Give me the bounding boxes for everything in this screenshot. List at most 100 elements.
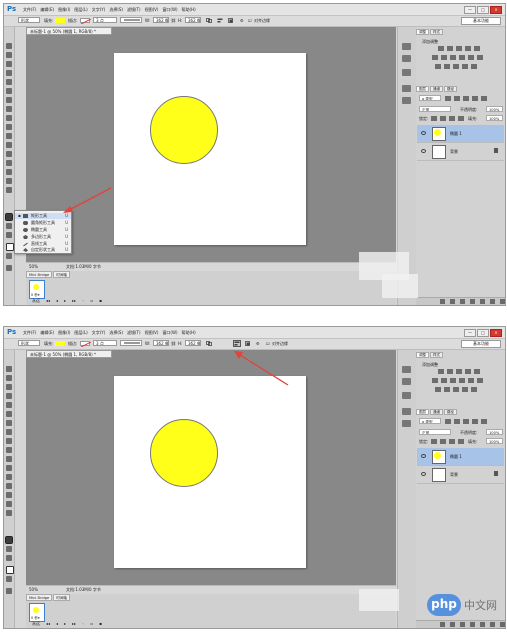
layer-name[interactable]: 背景 bbox=[450, 149, 458, 155]
menu-type[interactable]: 文字(Y) bbox=[92, 330, 106, 336]
history-brush-tool-icon[interactable] bbox=[6, 447, 12, 453]
fill-swatch[interactable] bbox=[55, 18, 65, 23]
gradient-map-icon[interactable] bbox=[462, 387, 468, 392]
pen-tool-icon[interactable] bbox=[6, 169, 12, 175]
filter-type-icon[interactable] bbox=[463, 419, 469, 424]
color-balance-icon[interactable] bbox=[441, 55, 447, 60]
brightness-icon[interactable] bbox=[438, 369, 444, 374]
link-layers-icon[interactable] bbox=[440, 299, 445, 304]
fx-icon[interactable] bbox=[450, 622, 455, 627]
animation-frame[interactable]: 0 秒▾ bbox=[29, 280, 45, 299]
filter-shape-icon[interactable] bbox=[472, 96, 478, 101]
clone-stamp-tool-icon[interactable] bbox=[6, 438, 12, 444]
stroke-type-select[interactable] bbox=[120, 17, 142, 23]
fill-input[interactable]: 100% bbox=[486, 438, 503, 444]
zoom-tool-icon[interactable] bbox=[6, 555, 12, 561]
channel-mixer-icon[interactable] bbox=[468, 378, 474, 383]
stroke-swatch[interactable] bbox=[80, 341, 91, 347]
dodge-tool-icon[interactable] bbox=[6, 160, 12, 166]
brush-tool-icon[interactable] bbox=[6, 429, 12, 435]
prev-frame-icon[interactable]: ◂ bbox=[56, 621, 58, 627]
filter-pixel-icon[interactable] bbox=[445, 419, 451, 424]
new-layer-icon[interactable] bbox=[490, 622, 495, 627]
properties-panel-icon[interactable] bbox=[402, 392, 411, 399]
workspace-select[interactable]: 基本功能 bbox=[461, 17, 501, 25]
layer-row-ellipse[interactable]: 椭圆 1 bbox=[417, 448, 504, 466]
kind-filter-select[interactable]: ρ 类型 bbox=[419, 418, 441, 424]
new-frame-icon[interactable]: ▫ bbox=[90, 298, 93, 304]
layer-name[interactable]: 椭圆 1 bbox=[450, 454, 462, 460]
canvas[interactable] bbox=[114, 53, 306, 245]
height-input[interactable]: 362 像 bbox=[185, 340, 201, 346]
path-arrange-icon[interactable] bbox=[227, 17, 235, 24]
stroke-swatch[interactable] bbox=[80, 18, 91, 24]
eraser-tool-icon[interactable] bbox=[6, 456, 12, 462]
lock-all-icon[interactable] bbox=[458, 439, 464, 444]
actions-panel-icon[interactable] bbox=[402, 55, 411, 62]
flyout-rounded-rectangle-tool[interactable]: 圆角矩形工具 U bbox=[15, 220, 71, 226]
path-alignment-icon[interactable] bbox=[233, 340, 241, 347]
mode-select[interactable]: 形状 bbox=[18, 17, 40, 23]
filter-pixel-icon[interactable] bbox=[445, 96, 451, 101]
maximize-button[interactable]: □ bbox=[477, 6, 489, 14]
lasso-tool-icon[interactable] bbox=[6, 384, 12, 390]
path-operations-icon[interactable] bbox=[205, 340, 213, 347]
play-icon[interactable]: ▸ bbox=[64, 621, 66, 627]
tab-timeline[interactable]: 时间轴 bbox=[53, 271, 71, 278]
menu-help[interactable]: 帮助(H) bbox=[182, 7, 196, 13]
healing-brush-tool-icon[interactable] bbox=[6, 97, 12, 103]
play-icon[interactable]: ▸ bbox=[64, 298, 66, 304]
properties-panel-icon[interactable] bbox=[402, 69, 411, 76]
hand-tool-icon[interactable] bbox=[6, 546, 12, 552]
photo-filter-icon[interactable] bbox=[459, 55, 465, 60]
foreground-color-swatch[interactable] bbox=[6, 243, 14, 251]
curves-icon[interactable] bbox=[456, 46, 462, 51]
quick-mask-icon[interactable] bbox=[6, 576, 12, 582]
exposure-icon[interactable] bbox=[465, 46, 471, 51]
align-edges-checkbox[interactable]: ☑ bbox=[266, 341, 270, 346]
shape-tool-icon[interactable] bbox=[5, 536, 13, 544]
tab-paths[interactable]: 路径 bbox=[444, 409, 457, 415]
foreground-color-swatch[interactable] bbox=[6, 566, 14, 574]
menu-edit[interactable]: 编辑(E) bbox=[40, 7, 54, 13]
screen-mode-icon[interactable] bbox=[6, 265, 12, 271]
mask-icon[interactable] bbox=[460, 299, 465, 304]
levels-icon[interactable] bbox=[447, 46, 453, 51]
tab-layers[interactable]: 图层 bbox=[416, 409, 429, 415]
flyout-polygon-tool[interactable]: 多边形工具 U bbox=[15, 234, 71, 240]
trash-icon[interactable] bbox=[500, 622, 505, 627]
opacity-input[interactable]: 100% bbox=[486, 429, 503, 435]
eyedropper-tool-icon[interactable] bbox=[6, 88, 12, 94]
tool-preset-icon[interactable] bbox=[7, 17, 15, 24]
delete-frame-icon[interactable]: ▪ bbox=[99, 298, 102, 304]
crop-tool-icon[interactable] bbox=[6, 79, 12, 85]
tab-channels[interactable]: 通道 bbox=[430, 86, 443, 92]
invert-icon[interactable] bbox=[435, 387, 441, 392]
hue-icon[interactable] bbox=[432, 378, 438, 383]
layer-name[interactable]: 椭圆 1 bbox=[450, 131, 462, 137]
minimize-button[interactable]: — bbox=[464, 6, 476, 14]
gradient-tool-icon[interactable] bbox=[6, 142, 12, 148]
stroke-width-input[interactable]: 3 点 bbox=[93, 340, 117, 346]
tab-mini-bridge[interactable]: Mini Bridge bbox=[26, 271, 53, 278]
zoom-level[interactable]: 50% bbox=[29, 587, 38, 592]
tab-channels[interactable]: 通道 bbox=[430, 409, 443, 415]
layer-row-ellipse[interactable]: 椭圆 1 bbox=[417, 125, 504, 143]
quick-mask-icon[interactable] bbox=[6, 253, 12, 259]
levels-icon[interactable] bbox=[447, 369, 453, 374]
filter-adjust-icon[interactable] bbox=[454, 419, 460, 424]
settings-gear-icon[interactable]: ⚙ bbox=[240, 18, 244, 23]
filter-smart-icon[interactable] bbox=[481, 419, 487, 424]
menu-edit[interactable]: 编辑(E) bbox=[40, 330, 54, 336]
mode-select[interactable]: 形状 bbox=[18, 340, 40, 346]
filter-type-icon[interactable] bbox=[463, 96, 469, 101]
yellow-ellipse-shape[interactable] bbox=[150, 96, 218, 164]
crop-tool-icon[interactable] bbox=[6, 402, 12, 408]
prev-frame-icon[interactable]: ◂ bbox=[56, 298, 58, 304]
clone-stamp-tool-icon[interactable] bbox=[6, 115, 12, 121]
vibrance-icon[interactable] bbox=[474, 369, 480, 374]
brush-tool-icon[interactable] bbox=[6, 106, 12, 112]
actions-panel-icon[interactable] bbox=[402, 378, 411, 385]
menu-image[interactable]: 图像(I) bbox=[58, 330, 70, 336]
height-input[interactable]: 362 像 bbox=[185, 17, 201, 23]
